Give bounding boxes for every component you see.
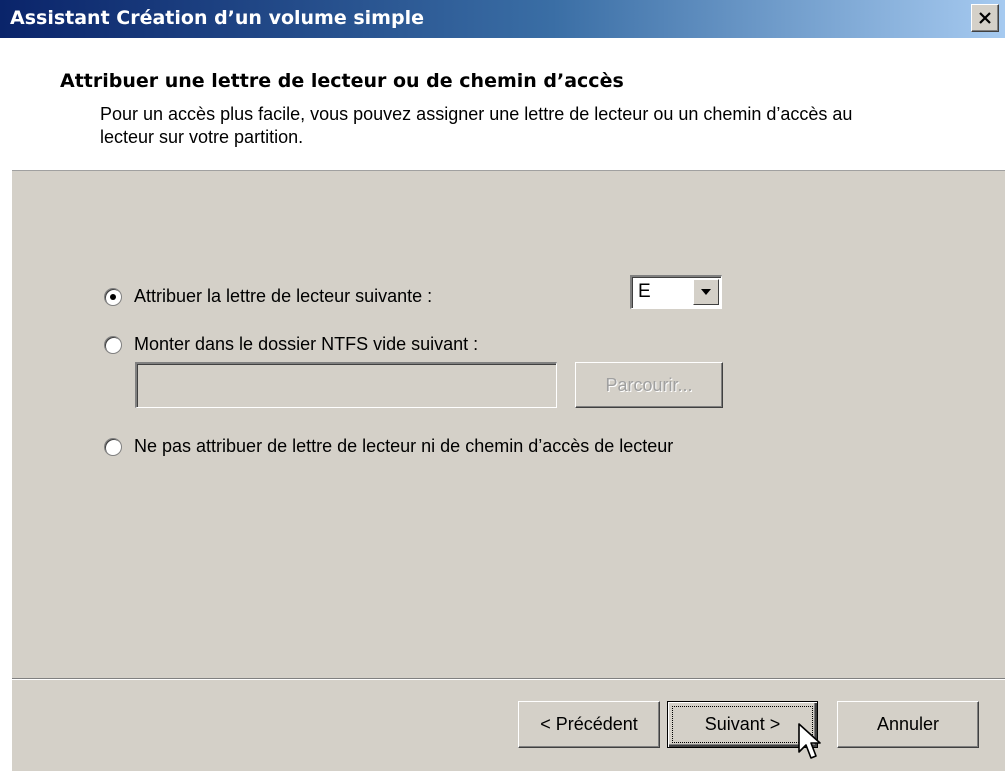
cancel-button[interactable]: Annuler	[837, 701, 979, 748]
page-description: Pour un accès plus facile, vous pouvez a…	[100, 104, 853, 147]
left-edge	[0, 38, 12, 771]
no-letter-radio[interactable]	[104, 437, 122, 456]
drive-letter-select[interactable]: E	[630, 275, 722, 309]
window-title: Assistant Création d’un volume simple	[10, 7, 424, 29]
no-letter-label[interactable]: Ne pas attribuer de lettre de lecteur ni…	[134, 436, 673, 457]
drive-letter-dropdown-button[interactable]	[693, 279, 719, 305]
title-bar[interactable]: Assistant Création d’un volume simple	[0, 0, 1005, 38]
wizard-header: Attribuer une lettre de lecteur ou de ch…	[12, 38, 1005, 171]
close-button[interactable]	[971, 4, 999, 32]
next-button[interactable]: Suivant >	[667, 701, 818, 748]
close-icon	[979, 12, 991, 24]
back-button[interactable]: < Précédent	[518, 701, 660, 748]
page-title: Attribuer une lettre de lecteur ou de ch…	[60, 70, 624, 92]
assign-letter-label[interactable]: Attribuer la lettre de lecteur suivante …	[134, 286, 432, 307]
drive-letter-value: E	[638, 281, 651, 302]
browse-button[interactable]: Parcourir...	[575, 362, 723, 408]
mouse-pointer-icon	[798, 723, 821, 759]
mount-folder-radio[interactable]	[104, 335, 122, 354]
option-no-letter[interactable]: Ne pas attribuer de lettre de lecteur ni…	[104, 436, 673, 457]
option-mount-folder[interactable]: Monter dans le dossier NTFS vide suivant…	[104, 334, 478, 355]
chevron-down-icon	[701, 289, 711, 295]
mount-folder-label[interactable]: Monter dans le dossier NTFS vide suivant…	[134, 334, 478, 355]
wizard-body	[12, 171, 1005, 678]
focus-rectangle	[672, 706, 813, 743]
wizard-window: Assistant Création d’un volume simple At…	[0, 0, 1005, 771]
assign-letter-radio[interactable]	[104, 287, 122, 306]
option-assign-letter[interactable]: Attribuer la lettre de lecteur suivante …	[104, 286, 432, 307]
mount-path-input[interactable]	[135, 362, 557, 408]
